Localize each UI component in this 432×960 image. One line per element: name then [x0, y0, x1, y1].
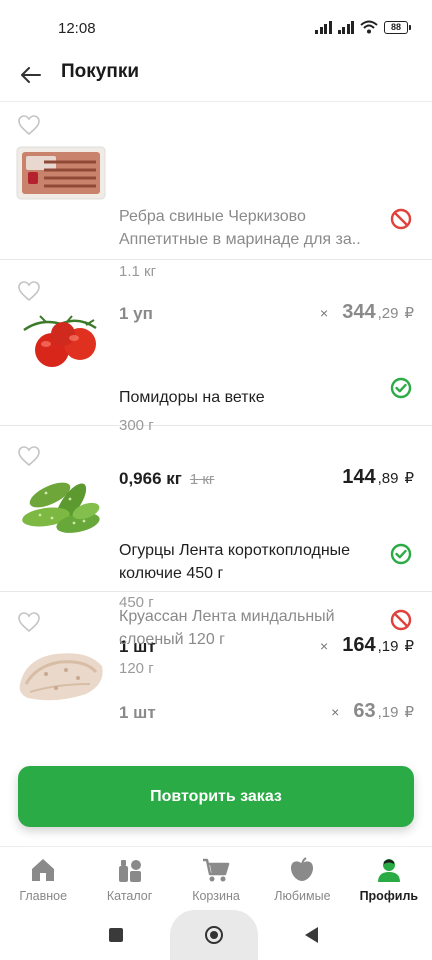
product-image-ribs — [16, 146, 106, 200]
nav-item-catalog[interactable]: Каталог — [86, 847, 172, 908]
page-title: Покупки — [61, 61, 140, 82]
wifi-icon — [360, 20, 378, 34]
order-item-list[interactable]: Ребра свиные Черкизово Аппетитные в мари… — [0, 102, 432, 750]
signal-icon — [315, 20, 332, 34]
order-item[interactable]: Огурцы Лента короткоплодные колючие 450 … — [0, 426, 432, 656]
heart-icon[interactable] — [17, 611, 41, 633]
nav-label: Каталог — [106, 889, 153, 903]
check-circle-icon — [390, 377, 412, 399]
nav-item-profile[interactable]: Профиль — [346, 847, 432, 908]
apple-heart-icon — [291, 857, 314, 881]
system-nav-bar — [0, 908, 432, 960]
status-bar: 12:08 88 — [0, 0, 432, 56]
product-name[interactable]: Огурцы Лента короткоплодные колючие 450 … — [119, 539, 383, 585]
times-sign: × — [331, 704, 340, 720]
nav-item-favorites[interactable]: Любимые — [259, 847, 345, 908]
price-rubles: 63 — [353, 700, 376, 722]
product-name[interactable]: Круассан Лента миндальный слоеный 120 г — [119, 605, 383, 651]
nav-label: Профиль — [359, 889, 419, 903]
order-item[interactable]: Ребра свиные Черкизово Аппетитные в мари… — [0, 102, 432, 323]
profile-icon — [377, 859, 400, 882]
order-item[interactable]: Помидоры на ветке 300 г 0,966 кг 1 кг 144… — [0, 260, 432, 488]
currency-sign: ₽ — [404, 704, 414, 721]
nav-item-cart[interactable]: Корзина — [173, 847, 259, 908]
unavailable-icon — [390, 609, 412, 631]
nav-item-home[interactable]: Главное — [0, 847, 86, 908]
product-price: × 63 ,19 ₽ — [331, 700, 414, 723]
arrow-left-icon — [21, 67, 41, 83]
product-weight: 120 г — [119, 660, 154, 677]
status-time: 12:08 — [58, 20, 96, 37]
heart-icon[interactable] — [17, 445, 41, 467]
product-image-croissant — [19, 653, 103, 701]
signal-icon-2 — [337, 20, 354, 34]
product-image-tomatoes — [23, 315, 97, 367]
recent-apps-icon[interactable] — [109, 928, 123, 942]
unavailable-icon — [390, 208, 412, 230]
catalog-icon — [118, 860, 141, 882]
nav-label: Корзина — [192, 889, 240, 903]
product-name[interactable]: Помидоры на ветке — [119, 386, 383, 409]
header: Покупки — [0, 56, 432, 102]
home-button[interactable] — [170, 910, 258, 960]
cart-icon — [203, 858, 230, 882]
back-button[interactable] — [16, 60, 46, 90]
battery-icon: 88 — [384, 20, 411, 34]
heart-icon[interactable] — [17, 114, 41, 136]
home-icon — [32, 859, 55, 881]
bottom-nav: Главное Каталог Корзина Любимые Профиль — [0, 846, 432, 908]
product-quantity: 1 шт — [119, 703, 156, 722]
nav-label: Главное — [19, 889, 68, 903]
product-image-cucumbers — [22, 482, 100, 533]
nav-label: Любимые — [274, 889, 331, 903]
home-circle-icon — [205, 926, 223, 944]
system-back-icon[interactable] — [305, 927, 318, 943]
repeat-order-button[interactable]: Повторить заказ — [18, 766, 414, 827]
status-icons: 88 — [315, 20, 411, 34]
product-name[interactable]: Ребра свиные Черкизово Аппетитные в мари… — [119, 205, 383, 251]
price-kopecks: ,19 — [377, 704, 399, 721]
order-item[interactable]: Круассан Лента миндальный слоеный 120 г … — [0, 592, 432, 750]
heart-icon[interactable] — [17, 280, 41, 302]
check-circle-icon — [390, 543, 412, 565]
